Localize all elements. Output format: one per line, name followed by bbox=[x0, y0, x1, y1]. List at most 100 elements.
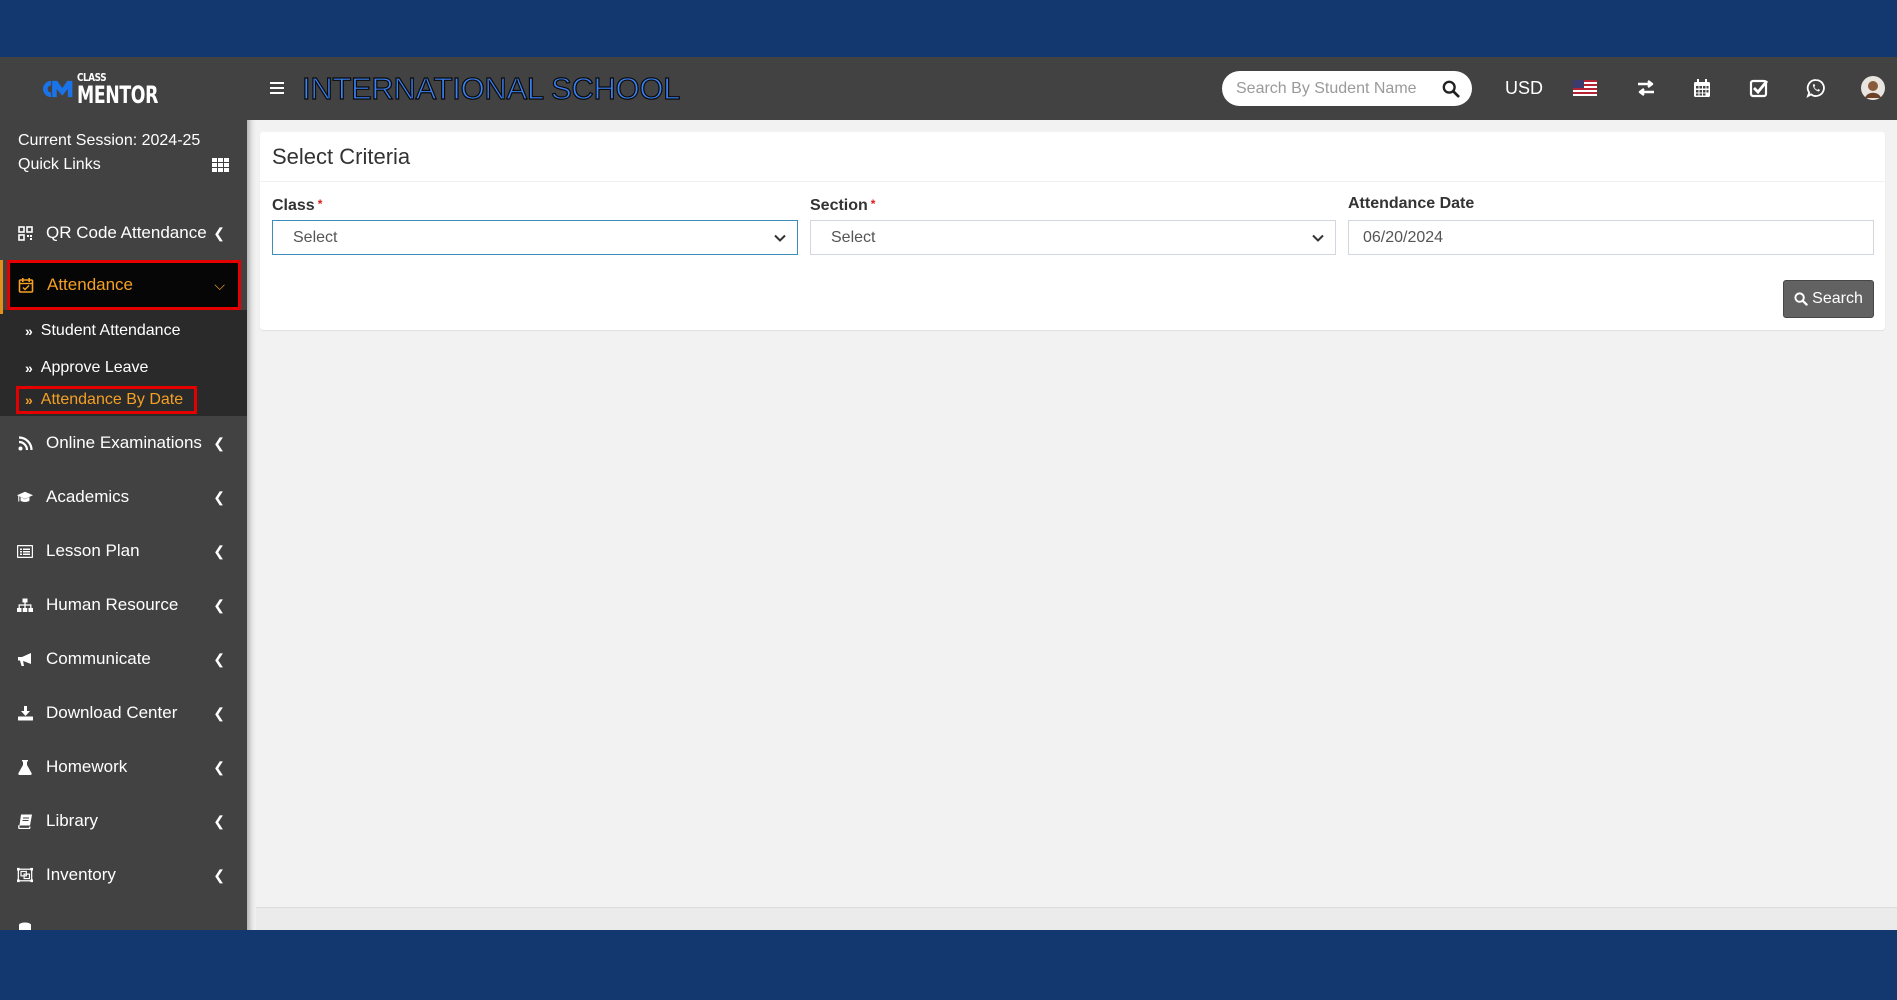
sidebar-item-human-resource[interactable]: Human Resource ❮ bbox=[0, 578, 247, 632]
whatsapp-button[interactable] bbox=[1804, 73, 1828, 103]
student-search bbox=[1222, 71, 1472, 106]
submenu-item-approve-leave[interactable]: » Approve Leave bbox=[0, 349, 247, 386]
menu-icon[interactable] bbox=[266, 77, 288, 99]
card-divider bbox=[260, 181, 1885, 182]
rss-icon bbox=[17, 435, 33, 451]
quick-links[interactable]: Quick Links bbox=[0, 150, 247, 180]
bullhorn-icon bbox=[17, 651, 33, 667]
class-select[interactable]: Select bbox=[272, 220, 798, 255]
sidebar-item-label: Academics bbox=[46, 487, 130, 506]
download-icon bbox=[17, 705, 33, 721]
class-field: Class * Select bbox=[272, 196, 798, 255]
app-window: CLASS MENTOR INTERNATIONAL SCHOOL USD bbox=[0, 57, 1897, 930]
chevron-left-icon: ❮ bbox=[213, 224, 225, 241]
chevron-left-icon: ❮ bbox=[213, 596, 225, 613]
language-selector[interactable] bbox=[1573, 73, 1597, 103]
logo-mark-icon bbox=[43, 80, 73, 98]
qrcode-icon bbox=[17, 225, 33, 241]
quick-links-label: Quick Links bbox=[18, 156, 101, 173]
chevron-left-icon: ❮ bbox=[213, 650, 225, 667]
section-select-value: Select bbox=[831, 228, 876, 246]
chevron-left-icon: ❮ bbox=[213, 488, 225, 505]
student-search-input[interactable] bbox=[1236, 79, 1426, 98]
chevron-down-icon bbox=[1312, 234, 1324, 242]
attendance-date-label: Attendance Date bbox=[1348, 195, 1475, 212]
user-avatar[interactable] bbox=[1860, 73, 1886, 103]
sidebar-item-label: Homework bbox=[46, 757, 128, 776]
chevron-left-icon: ❮ bbox=[213, 434, 225, 451]
sidebar-item-online-examinations[interactable]: Online Examinations ❮ bbox=[0, 416, 247, 470]
top-header: CLASS MENTOR INTERNATIONAL SCHOOL USD bbox=[0, 57, 1897, 120]
page-footer bbox=[256, 907, 1897, 930]
sidebar-item-communicate[interactable]: Communicate ❮ bbox=[0, 632, 247, 686]
attendance-date-value: 06/20/2024 bbox=[1363, 228, 1444, 246]
sidebar-item-label: Inventory bbox=[46, 865, 116, 884]
double-chevron-icon: » bbox=[25, 392, 33, 408]
attendance-date-input[interactable]: 06/20/2024 bbox=[1348, 220, 1874, 255]
submenu-item-label: Student Attendance bbox=[40, 321, 181, 339]
current-session[interactable]: Current Session: 2024-25 bbox=[0, 120, 247, 150]
section-label-text: Section bbox=[810, 197, 868, 214]
submenu-item-student-attendance[interactable]: » Student Attendance bbox=[0, 312, 247, 349]
chevron-down-icon: ⌵ bbox=[214, 276, 225, 293]
section-label: Section * bbox=[810, 196, 1336, 220]
logo-text: CLASS MENTOR bbox=[77, 72, 190, 107]
book-icon bbox=[17, 813, 33, 829]
sidebar-item-library[interactable]: Library ❮ bbox=[0, 794, 247, 848]
search-icon[interactable] bbox=[1442, 80, 1460, 98]
class-mentor-logo[interactable]: CLASS MENTOR bbox=[40, 67, 190, 111]
submenu-item-label: Attendance By Date bbox=[40, 391, 184, 408]
grid-icon bbox=[212, 158, 229, 172]
currency-selector[interactable]: USD bbox=[1505, 73, 1543, 103]
school-title: INTERNATIONAL SCHOOL bbox=[301, 70, 681, 106]
whatsapp-icon bbox=[1806, 79, 1825, 98]
class-label: Class * bbox=[272, 196, 798, 220]
sidebar-item-label: Communicate bbox=[46, 649, 151, 668]
search-button[interactable]: Search bbox=[1783, 280, 1874, 318]
submenu-item-label: Approve Leave bbox=[40, 358, 149, 376]
chevron-down-icon bbox=[774, 234, 786, 242]
us-flag-icon bbox=[1573, 80, 1597, 96]
sidebar-item-qr-code-attendance[interactable]: QR Code Attendance ❮ bbox=[0, 206, 247, 260]
sidebar-item-lesson-plan[interactable]: Lesson Plan ❮ bbox=[0, 524, 247, 578]
chevron-left-icon: ❮ bbox=[213, 866, 225, 883]
double-chevron-icon: » bbox=[25, 322, 33, 339]
chevron-left-icon: ❮ bbox=[213, 542, 225, 559]
sidebar-item-partial[interactable] bbox=[0, 902, 247, 930]
class-select-value: Select bbox=[293, 228, 338, 246]
sidebar-item-inventory[interactable]: Inventory ❮ bbox=[0, 848, 247, 902]
search-button-label: Search bbox=[1812, 290, 1863, 307]
sitemap-icon bbox=[17, 597, 33, 613]
sidebar-item-academics[interactable]: Academics ❮ bbox=[0, 470, 247, 524]
calendar-check-icon bbox=[18, 277, 34, 293]
calendar-icon bbox=[1694, 79, 1710, 97]
calendar-button[interactable] bbox=[1690, 73, 1714, 103]
section-select[interactable]: Select bbox=[810, 220, 1336, 255]
sidebar-item-label: Attendance bbox=[47, 275, 134, 294]
card-title: Select Criteria bbox=[272, 144, 411, 169]
switch-button[interactable] bbox=[1634, 73, 1658, 103]
sidebar-item-label: Human Resource bbox=[46, 595, 179, 614]
object-group-icon bbox=[17, 867, 33, 883]
select-criteria-card: Select Criteria Class * Select Section * S… bbox=[260, 132, 1885, 330]
chevron-left-icon: ❮ bbox=[213, 704, 225, 721]
list-alt-icon bbox=[17, 543, 33, 559]
task-check-icon bbox=[1749, 79, 1769, 98]
flask-icon bbox=[17, 759, 33, 775]
sidebar-item-homework[interactable]: Homework ❮ bbox=[0, 740, 247, 794]
attendance-date-field: Attendance Date 06/20/2024 bbox=[1348, 196, 1874, 255]
sidebar-item-download-center[interactable]: Download Center ❮ bbox=[0, 686, 247, 740]
required-asterisk: * bbox=[317, 197, 323, 211]
sidebar-item-attendance[interactable]: Attendance ⌵ bbox=[7, 260, 241, 310]
avatar-image bbox=[1861, 76, 1885, 100]
sidebar-item-label: Online Examinations bbox=[46, 433, 202, 452]
sidebar-item-label: Lesson Plan bbox=[46, 541, 140, 560]
chevron-left-icon: ❮ bbox=[213, 758, 225, 775]
double-chevron-icon: » bbox=[25, 359, 33, 376]
chevron-left-icon: ❮ bbox=[213, 812, 225, 829]
task-button[interactable] bbox=[1747, 73, 1771, 103]
sidebar-item-label: Library bbox=[46, 811, 98, 830]
submenu-item-attendance-by-date[interactable]: » Attendance By Date bbox=[16, 386, 197, 414]
logo-big-text: MENTOR bbox=[77, 80, 159, 109]
sidebar-item-label: QR Code Attendance bbox=[46, 223, 207, 242]
